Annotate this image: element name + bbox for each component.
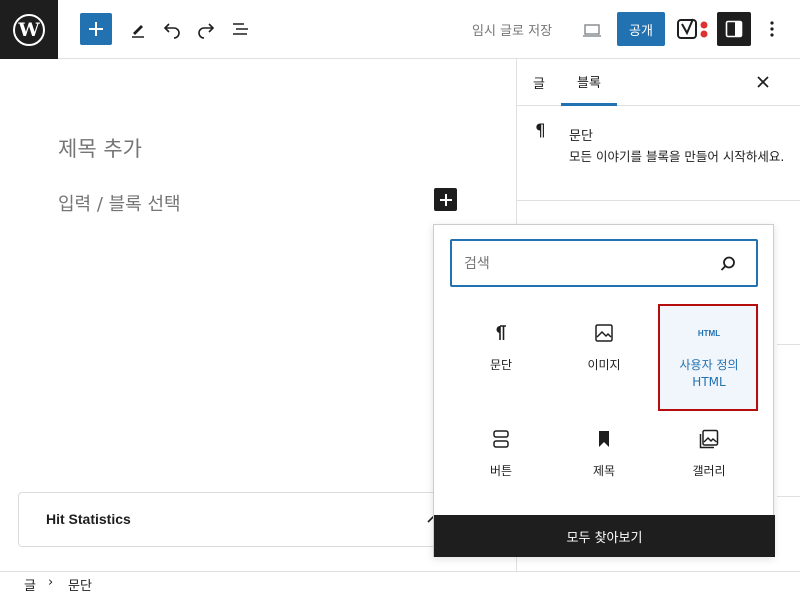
undo-button[interactable]: [160, 15, 184, 43]
block-option-image[interactable]: 이미지: [554, 305, 654, 409]
browse-all-button[interactable]: 모두 찾아보기: [434, 515, 775, 557]
block-option-buttons[interactable]: 버튼: [451, 411, 551, 515]
block-search-input[interactable]: [464, 253, 704, 275]
tab-post[interactable]: 글: [527, 59, 551, 106]
tab-block[interactable]: 블록: [561, 59, 617, 106]
highlight-annotation-box: [658, 304, 758, 411]
list-view-icon: [233, 23, 248, 35]
options-button[interactable]: [762, 16, 782, 42]
block-breadcrumb: 글 › 문단: [0, 571, 800, 596]
inline-block-inserter-button[interactable]: [434, 188, 457, 211]
meta-box-title: Hit Statistics: [46, 511, 131, 527]
block-option-label: 이미지: [587, 358, 621, 372]
sidebar-icon: [725, 20, 743, 38]
breadcrumb-item-post[interactable]: 글: [24, 575, 36, 594]
gallery-icon: [697, 427, 721, 451]
redo-icon: [198, 23, 215, 39]
hit-statistics-meta-box: Hit Statistics: [18, 492, 478, 547]
panel-divider: [777, 344, 800, 345]
close-icon: [757, 76, 769, 88]
preview-button[interactable]: [580, 18, 604, 42]
search-icon: [720, 256, 735, 271]
wordpress-logo-button[interactable]: W: [0, 0, 58, 59]
buttons-icon: [489, 427, 513, 451]
yoast-icon: [677, 18, 708, 39]
sidebar-tabs: 글 블록: [517, 59, 800, 106]
bookmark-icon: [592, 427, 616, 451]
plus-icon: [439, 193, 452, 206]
tools-button[interactable]: [126, 15, 150, 43]
block-option-heading[interactable]: 제목: [554, 411, 654, 515]
laptop-icon: [583, 24, 601, 37]
undo-icon: [163, 23, 180, 39]
save-draft-button[interactable]: 임시 글로 저장: [472, 20, 552, 39]
paragraph-icon: ¶: [535, 121, 546, 141]
block-option-label: 버튼: [489, 464, 513, 478]
post-title-input[interactable]: 제목 추가: [58, 133, 142, 163]
paragraph-icon: [489, 321, 513, 345]
document-overview-button[interactable]: [229, 15, 253, 43]
redo-button[interactable]: [194, 15, 218, 43]
plus-icon: [89, 22, 103, 36]
settings-sidebar-toggle-button[interactable]: [717, 12, 751, 46]
yoast-seo-button[interactable]: [676, 17, 710, 43]
paragraph-block-input[interactable]: 입력 / 블록 선택: [58, 190, 181, 216]
block-search-box: [450, 239, 758, 287]
breadcrumb-separator: ›: [48, 575, 54, 590]
block-card-title: 문단: [569, 129, 593, 144]
block-option-label: 제목: [592, 464, 616, 478]
block-inserter-popover: 문단 이미지 HTML 사용자 정의 HTML 버튼: [433, 224, 775, 557]
publish-button[interactable]: 공개: [617, 12, 665, 46]
block-option-label: 갤러리: [692, 464, 726, 478]
block-card: ¶ 문단 모든 이야기를 블록을 만들어 시작하세요.: [517, 107, 800, 201]
block-option-paragraph[interactable]: 문단: [451, 305, 551, 409]
breadcrumb-item-paragraph[interactable]: 문단: [68, 575, 92, 594]
block-inserter-toggle-button[interactable]: [80, 13, 112, 45]
panel-divider: [777, 496, 800, 497]
wordpress-logo-icon: W: [13, 13, 45, 46]
block-card-description: 모든 이야기를 블록을 만들어 시작하세요.: [569, 149, 785, 164]
image-icon: [592, 321, 616, 345]
pencil-icon: [132, 25, 144, 38]
block-option-gallery[interactable]: 갤러리: [659, 411, 759, 515]
more-vertical-icon: [770, 21, 774, 37]
block-option-label: 문단: [489, 358, 513, 372]
top-toolbar: W 임시 글로 저장 공개: [0, 0, 800, 59]
close-settings-button[interactable]: [753, 72, 773, 92]
